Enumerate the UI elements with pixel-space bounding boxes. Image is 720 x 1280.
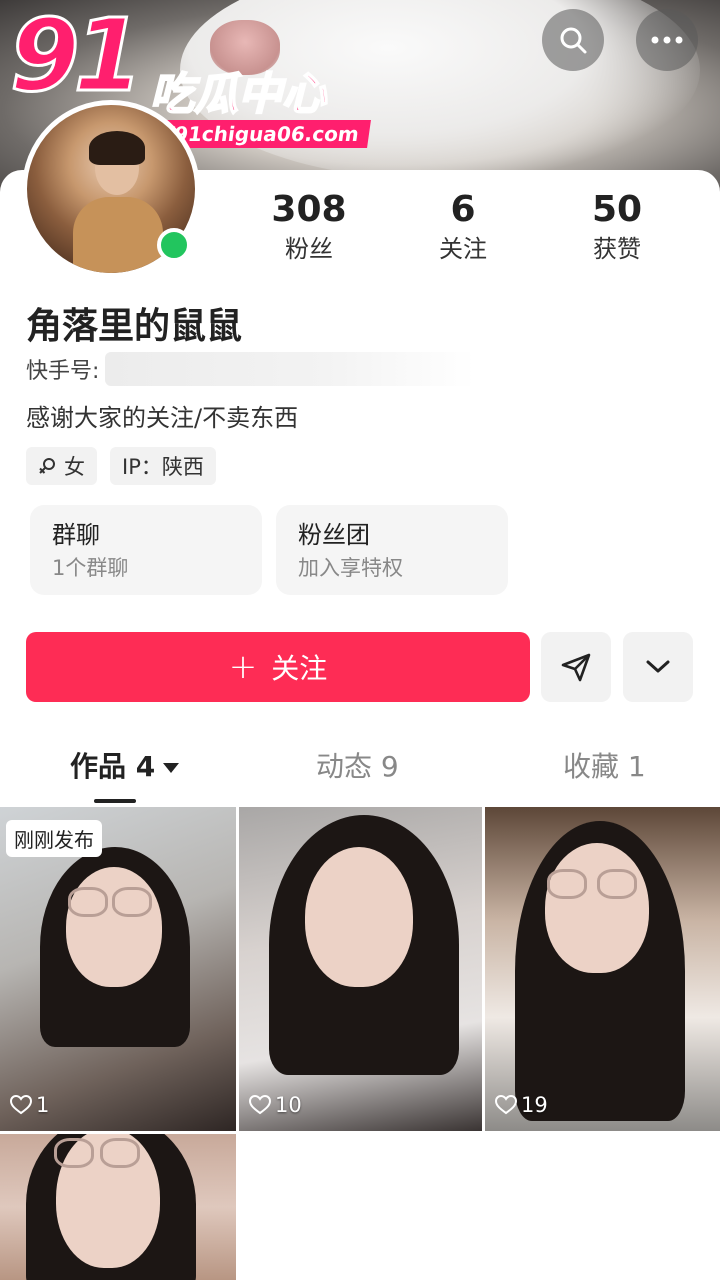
more-horizontal-icon bbox=[651, 36, 683, 44]
post-likes: 10 bbox=[249, 1093, 302, 1117]
stat-likes[interactable]: 50 获赞 bbox=[540, 188, 694, 278]
post-likes: 19 bbox=[495, 1093, 548, 1117]
follow-button[interactable]: + 关注 bbox=[26, 632, 530, 702]
caret-down-icon bbox=[163, 763, 180, 773]
post-thumbnail[interactable]: 刚刚发布 1 bbox=[0, 807, 236, 1131]
chevron-down-icon bbox=[646, 660, 670, 673]
active-tab-indicator bbox=[94, 799, 136, 803]
female-icon bbox=[39, 458, 55, 474]
fan-club-title: 粉丝团 bbox=[298, 521, 370, 549]
send-icon bbox=[561, 653, 591, 682]
tab-works[interactable]: 作品 4 bbox=[70, 745, 180, 789]
fan-club-card[interactable]: 粉丝团 加入享特权 bbox=[276, 505, 508, 595]
post-likes-count: 19 bbox=[521, 1093, 548, 1117]
tab-moments[interactable]: 动态 9 bbox=[316, 745, 399, 789]
kuaishou-id-blurred bbox=[105, 352, 476, 386]
heart-icon bbox=[10, 1095, 32, 1115]
plus-icon: + bbox=[228, 647, 258, 687]
share-button[interactable] bbox=[541, 632, 611, 702]
group-chat-title: 群聊 bbox=[52, 521, 100, 549]
stat-label: 获赞 bbox=[593, 235, 641, 263]
stat-value: 6 bbox=[450, 189, 476, 230]
watermark-name: 吃瓜中心 bbox=[149, 68, 327, 121]
profile-stats: 308 粉丝 6 关注 50 获赞 bbox=[232, 188, 712, 278]
heart-icon bbox=[495, 1095, 517, 1115]
tab-works-label: 作品 4 bbox=[70, 750, 156, 783]
group-chat-card[interactable]: 群聊 1个群聊 bbox=[30, 505, 262, 595]
post-thumbnail[interactable] bbox=[0, 1134, 236, 1280]
group-chat-subtitle: 1个群聊 bbox=[52, 556, 129, 580]
profile-nickname: 角落里的鼠鼠 bbox=[26, 306, 243, 347]
kuaishou-id-label: 快手号: bbox=[26, 359, 100, 384]
follow-label: 关注 bbox=[271, 652, 328, 685]
gender-tag: 女 bbox=[26, 447, 97, 485]
stat-followers[interactable]: 308 粉丝 bbox=[232, 188, 386, 278]
more-actions-button[interactable] bbox=[623, 632, 693, 702]
post-thumbnail[interactable]: 10 bbox=[239, 807, 482, 1131]
just-posted-badge: 刚刚发布 bbox=[6, 820, 102, 857]
post-likes-count: 10 bbox=[275, 1093, 302, 1117]
stat-value: 50 bbox=[591, 189, 643, 230]
search-button[interactable] bbox=[542, 9, 604, 71]
watermark-number: 91 bbox=[8, 0, 144, 114]
kuaishou-id: 快手号: bbox=[26, 352, 476, 386]
ip-tag: IP：陕西 bbox=[110, 447, 216, 485]
fan-club-subtitle: 加入享特权 bbox=[298, 556, 403, 580]
profile-bio: 感谢大家的关注/不卖东西 bbox=[26, 404, 299, 432]
more-button[interactable] bbox=[636, 9, 698, 71]
online-status-dot bbox=[157, 228, 191, 262]
stat-label: 关注 bbox=[439, 235, 487, 263]
search-icon bbox=[560, 27, 587, 54]
content-tabs: 作品 4 动态 9 收藏 1 bbox=[0, 745, 720, 805]
heart-icon bbox=[249, 1095, 271, 1115]
post-thumbnail[interactable]: 19 bbox=[485, 807, 720, 1131]
stat-value: 308 bbox=[271, 189, 347, 230]
post-likes-count: 1 bbox=[36, 1093, 50, 1117]
tab-favorites[interactable]: 收藏 1 bbox=[563, 745, 646, 789]
stat-following[interactable]: 6 关注 bbox=[386, 188, 540, 278]
gender-label: 女 bbox=[64, 455, 85, 479]
post-likes: 1 bbox=[10, 1093, 49, 1117]
stat-label: 粉丝 bbox=[285, 235, 333, 263]
